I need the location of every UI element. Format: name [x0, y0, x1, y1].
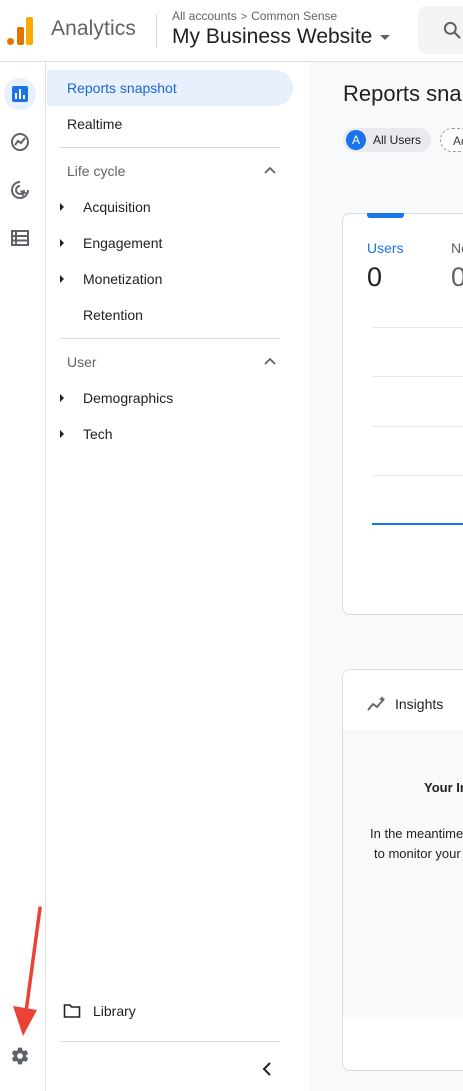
- comparison-chip-all-users[interactable]: A All Users: [343, 128, 431, 152]
- annotation-arrow-icon: [13, 906, 42, 1036]
- advertising-icon: [11, 181, 29, 199]
- insights-text-line: to monitor your most important metrics.: [374, 846, 463, 861]
- property-selector[interactable]: My Business Website: [172, 25, 391, 49]
- expand-arrow-icon: [60, 239, 64, 247]
- breadcrumb[interactable]: All accounts > Common Sense: [172, 9, 337, 23]
- rail-admin-button[interactable]: [4, 1040, 36, 1072]
- insights-card: Insights Your Insights will appear here …: [342, 669, 463, 1071]
- explore-icon: [11, 133, 29, 151]
- nav-engagement[interactable]: Engagement: [47, 225, 293, 261]
- chart-gridline: [372, 376, 463, 377]
- expand-arrow-icon: [60, 394, 64, 402]
- insights-sparkle-icon: [367, 696, 385, 711]
- nav-monetization[interactable]: Monetization: [47, 261, 293, 297]
- top-header: Analytics All accounts > Common Sense My B…: [0, 0, 463, 62]
- insights-title: Insights: [395, 696, 444, 712]
- add-comparison-chip[interactable]: Add: [440, 128, 463, 152]
- nav-reports-snapshot[interactable]: Reports snapshot: [47, 70, 293, 106]
- nav-retention[interactable]: Retention: [47, 297, 293, 333]
- insights-body: Your Insights will appear here soon. In …: [343, 730, 463, 1017]
- folder-icon: [63, 1004, 81, 1018]
- reports-icon: [12, 86, 28, 102]
- insights-text-line: In the meantime, you can create new cust…: [370, 826, 463, 841]
- chevron-up-icon[interactable]: [263, 163, 277, 177]
- breadcrumb-separator: >: [240, 11, 248, 23]
- reports-nav: Reports snapshot Realtime Life cycle Acq…: [47, 62, 309, 1091]
- nav-tech-label: Tech: [83, 426, 113, 442]
- metric-users-value: 0: [367, 262, 383, 292]
- configure-icon: [11, 230, 29, 246]
- users-overview-card: Users 0 New users 0: [342, 213, 463, 615]
- header-divider: [156, 14, 157, 48]
- nav-engagement-label: Engagement: [83, 235, 163, 251]
- expand-arrow-icon: [60, 430, 64, 438]
- nav-library-label: Library: [93, 1003, 136, 1019]
- nav-realtime-label: Realtime: [67, 116, 123, 132]
- nav-monetization-label: Monetization: [83, 271, 163, 287]
- metric-new-users-value: 0: [451, 262, 463, 292]
- nav-demographics[interactable]: Demographics: [47, 380, 293, 416]
- nav-divider: [60, 147, 280, 148]
- insights-empty-text: In the meantime, you can create new cust…: [370, 824, 463, 864]
- search-bar[interactable]: [418, 6, 463, 54]
- search-icon: [443, 21, 461, 39]
- rail-reports-button[interactable]: [4, 78, 36, 110]
- rail-advertising-button[interactable]: [4, 174, 36, 206]
- main-content: Reports snapshot A All Users Add Users 0…: [309, 62, 463, 1091]
- expand-arrow-icon: [60, 275, 64, 283]
- metric-users-label[interactable]: Users: [367, 240, 404, 256]
- nav-acquisition-label: Acquisition: [83, 199, 151, 215]
- admin-gear-icon: [11, 1047, 29, 1065]
- nav-demographics-label: Demographics: [83, 390, 174, 406]
- metric-new-users-label[interactable]: New users: [451, 240, 463, 256]
- insights-empty-title: Your Insights will appear here soon.: [424, 780, 463, 795]
- breadcrumb-sub-account: Common Sense: [251, 9, 338, 23]
- nav-divider: [60, 338, 280, 339]
- rail-explore-button[interactable]: [4, 126, 36, 158]
- nav-acquisition[interactable]: Acquisition: [47, 189, 293, 225]
- expand-arrow-icon: [60, 203, 64, 211]
- app-name: Analytics: [51, 17, 136, 40]
- insights-header: Insights: [343, 670, 463, 730]
- nav-tech[interactable]: Tech: [47, 416, 293, 452]
- chip-label: All Users: [373, 133, 422, 147]
- page-title: Reports snapshot: [343, 81, 463, 106]
- dropdown-caret-icon: [380, 34, 391, 40]
- active-tab-indicator: [367, 213, 404, 218]
- rail-configure-button[interactable]: [4, 222, 36, 254]
- chip-badge: A: [346, 130, 366, 150]
- lifecycle-header[interactable]: Life cycle: [67, 163, 125, 179]
- users-trend-line: [372, 523, 463, 525]
- collapse-nav-chevron-icon[interactable]: [253, 1058, 281, 1080]
- chart-gridline: [372, 327, 463, 328]
- breadcrumb-account: All accounts: [172, 9, 237, 23]
- user-header[interactable]: User: [67, 354, 97, 370]
- nav-reports-snapshot-label: Reports snapshot: [67, 80, 177, 96]
- nav-realtime[interactable]: Realtime: [47, 106, 293, 142]
- chart-gridline: [372, 475, 463, 476]
- nav-divider: [60, 1041, 280, 1042]
- chart-gridline: [372, 426, 463, 427]
- property-name: My Business Website: [172, 25, 373, 48]
- nav-retention-label: Retention: [83, 307, 143, 323]
- chevron-up-icon[interactable]: [263, 354, 277, 368]
- analytics-logo-icon[interactable]: [7, 15, 35, 45]
- add-comparison-label: Add: [453, 134, 463, 148]
